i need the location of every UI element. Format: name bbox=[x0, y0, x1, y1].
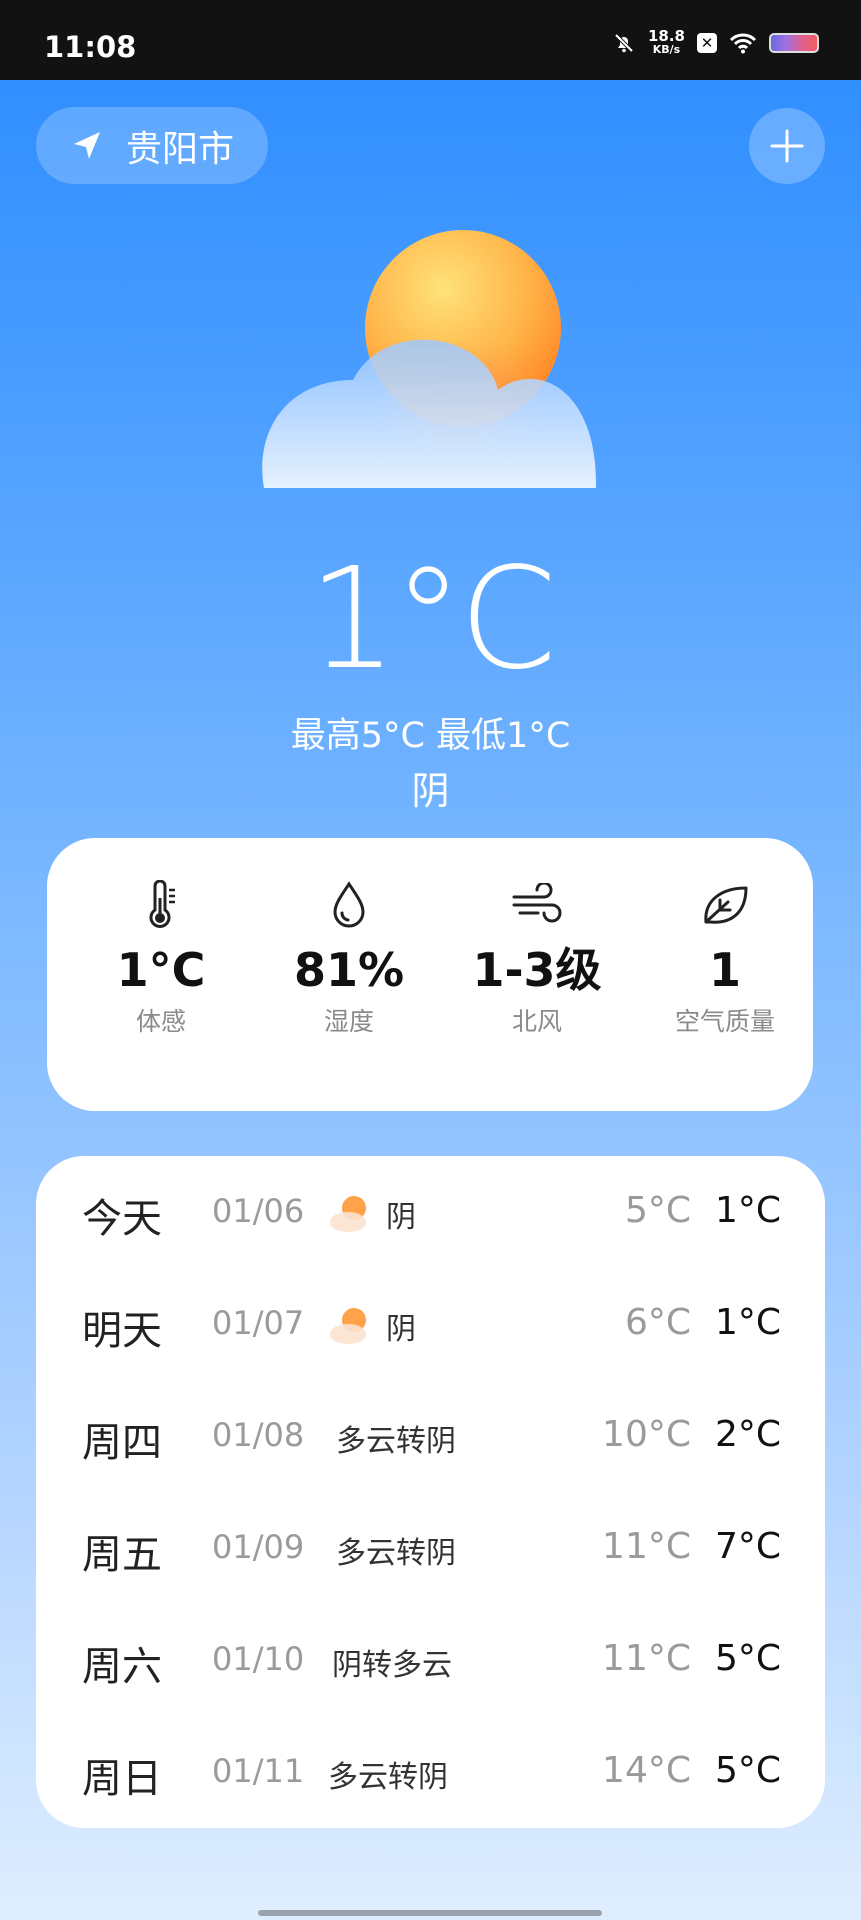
feels-like-detail: 1°C 体感 bbox=[66, 876, 256, 1038]
forecast-low: 2°C bbox=[714, 1414, 781, 1455]
add-city-button[interactable] bbox=[749, 108, 825, 184]
sun-cloud-icon bbox=[330, 1196, 366, 1232]
forecast-date: 01/07 bbox=[212, 1304, 305, 1342]
forecast-high: 11°C bbox=[602, 1526, 691, 1567]
status-icons: 18.8 KB/s ✕ bbox=[612, 27, 819, 57]
network-speed: 18.8 KB/s bbox=[647, 27, 685, 57]
wind-label: 北风 bbox=[511, 1007, 562, 1036]
air-quality-label: 空气质量 bbox=[674, 1007, 775, 1036]
humidity-value: 81% bbox=[293, 943, 405, 997]
forecast-condition-text: 阴 bbox=[386, 1312, 416, 1347]
forecast-list[interactable]: 今天 01/06 阴 5°C 1°C 明天 01/07 阴 6°C 1°C 周四… bbox=[36, 1156, 825, 1804]
air-quality-value: 1 bbox=[708, 943, 741, 997]
forecast-day: 周四 bbox=[82, 1420, 162, 1466]
x-notification-icon: ✕ bbox=[697, 33, 717, 53]
wind-detail: 1-3级 北风 bbox=[442, 876, 632, 1038]
forecast-date: 01/11 bbox=[212, 1752, 305, 1790]
forecast-high: 11°C bbox=[602, 1638, 691, 1679]
forecast-high: 6°C bbox=[624, 1302, 691, 1343]
forecast-row[interactable]: 周六 01/10 阴转多云 11°C 5°C bbox=[36, 1604, 825, 1716]
forecast-date: 01/06 bbox=[212, 1192, 305, 1230]
forecast-date: 01/09 bbox=[212, 1528, 305, 1566]
sun-behind-cloud-icon bbox=[262, 230, 597, 488]
city-name: 贵阳市 bbox=[126, 128, 235, 170]
forecast-high: 14°C bbox=[602, 1750, 691, 1791]
water-drop-icon bbox=[333, 881, 365, 928]
leaf-icon bbox=[704, 886, 748, 924]
forecast-date: 01/08 bbox=[212, 1416, 305, 1454]
forecast-row[interactable]: 周日 01/11 多云转阴 14°C 5°C bbox=[36, 1716, 825, 1804]
wifi-icon bbox=[729, 33, 757, 54]
home-indicator[interactable] bbox=[258, 1910, 602, 1916]
forecast-condition-text: 多云转阴 bbox=[336, 1424, 456, 1459]
forecast-condition: 阴 bbox=[328, 1304, 416, 1348]
wind-icon bbox=[512, 883, 562, 923]
current-temperature: 1°C bbox=[308, 538, 557, 701]
forecast-low: 1°C bbox=[714, 1302, 781, 1343]
net-speed-unit: KB/s bbox=[652, 43, 681, 56]
forecast-low: 5°C bbox=[714, 1750, 781, 1791]
forecast-day: 周六 bbox=[82, 1644, 162, 1690]
forecast-high: 10°C bbox=[602, 1414, 691, 1455]
feels-like-value: 1°C bbox=[116, 943, 206, 997]
forecast-row[interactable]: 周五 01/09 多云转阴 11°C 7°C bbox=[36, 1492, 825, 1604]
humidity-detail: 81% 湿度 bbox=[254, 876, 444, 1038]
plus-icon bbox=[770, 129, 804, 163]
status-time: 11:08 bbox=[44, 30, 137, 64]
location-arrow-icon bbox=[74, 131, 100, 159]
high-low-temperature: 最高5°C 最低1°C bbox=[290, 716, 571, 756]
sun-cloud-icon bbox=[330, 1308, 366, 1344]
forecast-day: 周日 bbox=[82, 1756, 162, 1802]
weather-details-card: 1°C 体感 81% 湿度 1-3级 北风 1 空气质量 bbox=[47, 838, 813, 1111]
net-speed-value: 18.8 bbox=[647, 27, 685, 45]
status-bar: 11:08 18.8 KB/s ✕ bbox=[0, 0, 861, 80]
forecast-condition-text: 多云转阴 bbox=[328, 1760, 448, 1795]
forecast-card[interactable]: 今天 01/06 阴 5°C 1°C 明天 01/07 阴 6°C 1°C 周四… bbox=[36, 1156, 825, 1828]
forecast-low: 1°C bbox=[714, 1190, 781, 1231]
humidity-label: 湿度 bbox=[323, 1007, 374, 1036]
forecast-date: 01/10 bbox=[212, 1640, 305, 1678]
forecast-condition-text: 阴转多云 bbox=[332, 1648, 452, 1683]
location-button[interactable]: 贵阳市 bbox=[36, 107, 268, 184]
forecast-high: 5°C bbox=[624, 1190, 691, 1231]
wind-value: 1-3级 bbox=[472, 943, 602, 997]
current-condition: 阴 bbox=[411, 769, 450, 813]
feels-like-label: 体感 bbox=[135, 1007, 186, 1036]
battery-icon bbox=[769, 33, 819, 53]
forecast-condition: 阴 bbox=[328, 1192, 416, 1236]
forecast-day: 今天 bbox=[82, 1196, 162, 1242]
forecast-condition-text: 阴 bbox=[386, 1200, 416, 1235]
air-quality-detail: 1 空气质量 bbox=[630, 876, 820, 1038]
forecast-low: 7°C bbox=[714, 1526, 781, 1567]
forecast-low: 5°C bbox=[714, 1638, 781, 1679]
forecast-row[interactable]: 明天 01/07 阴 6°C 1°C bbox=[36, 1268, 825, 1380]
forecast-row[interactable]: 今天 01/06 阴 5°C 1°C bbox=[36, 1156, 825, 1268]
forecast-row[interactable]: 周四 01/08 多云转阴 10°C 2°C bbox=[36, 1380, 825, 1492]
forecast-day: 明天 bbox=[82, 1308, 162, 1354]
forecast-day: 周五 bbox=[82, 1532, 162, 1578]
thermometer-icon bbox=[149, 880, 175, 928]
forecast-condition-text: 多云转阴 bbox=[336, 1536, 456, 1571]
bell-muted-icon bbox=[614, 33, 634, 53]
